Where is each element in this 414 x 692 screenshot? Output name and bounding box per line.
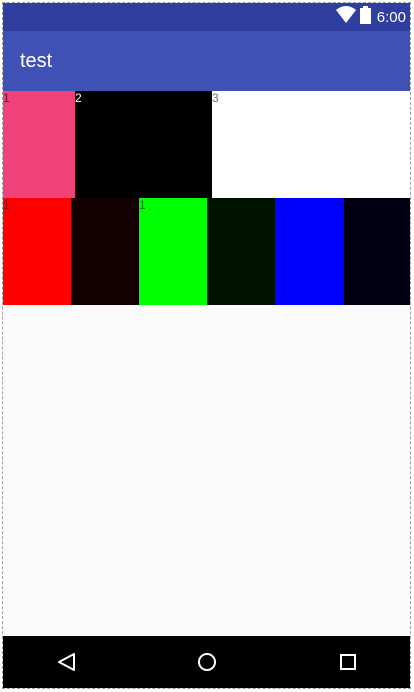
navigation-bar: [3, 636, 410, 688]
row2-cell-4[interactable]: [207, 198, 275, 305]
row1-cell-3[interactable]: 3: [212, 91, 410, 198]
battery-icon: [359, 5, 371, 29]
app-title: test: [20, 50, 53, 72]
status-bar: 6:00: [3, 3, 410, 31]
row2-cell-3-label: 1: [139, 198, 146, 212]
status-icons: 6:00: [335, 3, 406, 31]
recents-square-icon[interactable]: [336, 650, 360, 674]
row2-cell-1-label: 1: [3, 198, 10, 212]
row2-cell-2[interactable]: [71, 198, 139, 305]
row2-cell-5[interactable]: [275, 198, 344, 305]
row2-cell-1[interactable]: 1: [3, 198, 71, 305]
device-frame: 6:00 test 1 2 3 1 1: [2, 2, 411, 689]
app-bar: test: [3, 31, 410, 91]
row1-cell-1-label: 1: [3, 91, 10, 105]
row2-cell-3[interactable]: 1: [139, 198, 207, 305]
home-circle-icon[interactable]: [195, 650, 219, 674]
row-2: 1 1: [3, 198, 410, 305]
content-area: 1 2 3 1 1: [3, 91, 410, 637]
row1-cell-3-label: 3: [212, 91, 219, 105]
wifi-icon: [335, 5, 356, 29]
row2-cell-6[interactable]: [344, 198, 410, 305]
row-1: 1 2 3: [3, 91, 410, 198]
status-time: 6:00: [376, 8, 406, 26]
back-triangle-icon[interactable]: [55, 650, 79, 674]
row1-cell-2[interactable]: 2: [75, 91, 212, 198]
row1-cell-1[interactable]: 1: [3, 91, 75, 198]
row1-cell-2-label: 2: [75, 91, 82, 105]
